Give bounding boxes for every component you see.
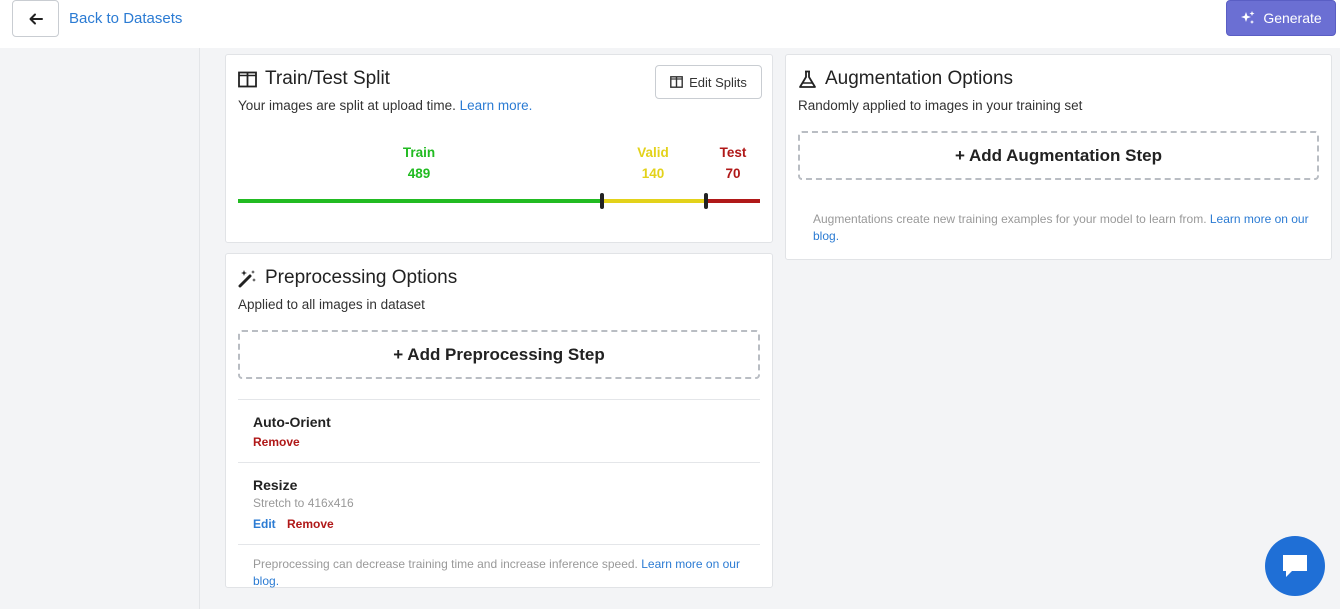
test-split-label: Test 70	[703, 142, 763, 184]
chat-bubble-icon	[1283, 555, 1307, 577]
split-subtitle: Your images are split at upload time. Le…	[238, 98, 532, 113]
split-columns-icon	[670, 76, 683, 88]
sparkles-icon	[1241, 11, 1255, 24]
test-count: 70	[725, 166, 741, 181]
train-count: 489	[407, 166, 431, 181]
divider	[238, 462, 760, 463]
split-title: Train/Test Split	[238, 68, 390, 90]
augmentation-footnote-text: Augmentations create new training exampl…	[813, 212, 1207, 226]
preprocessing-card: Preprocessing Options Applied to all ima…	[225, 253, 773, 588]
add-preprocessing-step-button[interactable]: + Add Preprocessing Step	[238, 330, 760, 379]
augmentation-title-text: Augmentation Options	[825, 68, 1014, 89]
valid-count: 140	[641, 166, 665, 181]
left-sidebar	[0, 48, 200, 609]
resize-step-description: Stretch to 416x416	[253, 496, 354, 510]
chat-button[interactable]	[1265, 536, 1325, 596]
test-segment	[706, 199, 760, 203]
train-test-split-card: Train/Test Split Your images are split a…	[225, 54, 773, 243]
augmentation-footnote: Augmentations create new training exampl…	[813, 211, 1313, 245]
train-label: Train	[402, 145, 436, 160]
resize-remove-button[interactable]: Remove	[287, 517, 334, 531]
magic-wand-icon	[238, 269, 256, 287]
train-split-label: Train 489	[389, 142, 449, 184]
generate-label: Generate	[1263, 10, 1322, 26]
edit-splits-button[interactable]: Edit Splits	[655, 65, 762, 99]
resize-step-name: Resize	[253, 477, 298, 493]
back-button[interactable]	[12, 0, 59, 37]
train-valid-handle[interactable]	[600, 193, 604, 209]
back-to-datasets-link[interactable]: Back to Datasets	[69, 10, 182, 27]
preprocessing-footnote: Preprocessing can decrease training time…	[253, 556, 763, 590]
preprocessing-subtitle: Applied to all images in dataset	[238, 297, 425, 312]
edit-splits-label: Edit Splits	[689, 74, 747, 90]
preprocessing-footnote-text: Preprocessing can decrease training time…	[253, 557, 638, 571]
arrow-left-icon	[29, 13, 43, 24]
valid-segment	[602, 199, 706, 203]
preprocessing-title-text: Preprocessing Options	[265, 267, 458, 288]
augmentation-title: Augmentation Options	[798, 68, 1013, 90]
augmentation-subtitle: Randomly applied to images in your train…	[798, 98, 1083, 113]
resize-edit-button[interactable]: Edit	[253, 517, 276, 531]
split-learn-more-link[interactable]: Learn more.	[460, 98, 533, 113]
preprocessing-title: Preprocessing Options	[238, 267, 457, 289]
add-augmentation-step-button[interactable]: + Add Augmentation Step	[798, 131, 1319, 180]
valid-split-label: Valid 140	[623, 142, 683, 184]
valid-label: Valid	[637, 145, 669, 160]
generate-button[interactable]: Generate	[1226, 0, 1336, 36]
valid-test-handle[interactable]	[704, 193, 708, 209]
auto-orient-remove-button[interactable]: Remove	[253, 435, 300, 449]
auto-orient-step-name: Auto-Orient	[253, 414, 331, 430]
split-bar	[238, 193, 760, 209]
split-subtitle-text: Your images are split at upload time.	[238, 98, 456, 113]
flask-icon	[799, 70, 816, 88]
split-columns-icon	[238, 71, 257, 87]
test-label: Test	[719, 145, 747, 160]
train-segment	[238, 199, 602, 203]
augmentation-card: Augmentation Options Randomly applied to…	[785, 54, 1332, 260]
divider	[238, 544, 760, 545]
split-title-text: Train/Test Split	[265, 68, 390, 89]
divider	[238, 399, 760, 400]
top-bar: Back to Datasets Generate	[0, 0, 1340, 48]
